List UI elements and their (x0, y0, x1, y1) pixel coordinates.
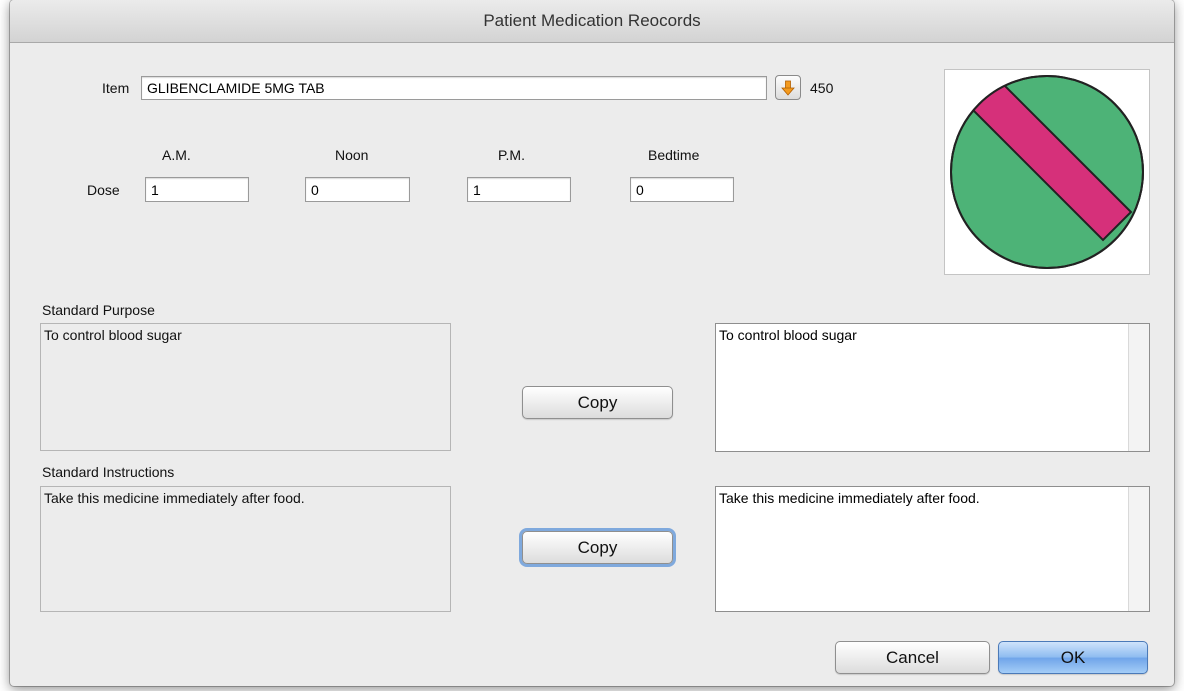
ok-button[interactable]: OK (998, 641, 1148, 674)
cancel-label: Cancel (886, 647, 939, 667)
pill-icon (950, 75, 1144, 269)
copy-instructions-label: Copy (577, 537, 618, 557)
pill-image-frame (944, 69, 1150, 275)
dose-noon-field[interactable] (305, 177, 410, 202)
purpose-edit-value: To control blood sugar (719, 327, 857, 343)
cancel-button[interactable]: Cancel (835, 641, 990, 674)
dose-label: Dose (87, 182, 120, 198)
dose-header-am: A.M. (162, 147, 191, 163)
instructions-edit-field[interactable]: Take this medicine immediately after foo… (715, 486, 1150, 612)
instructions-edit-value: Take this medicine immediately after foo… (719, 490, 980, 506)
dose-header-noon: Noon (335, 147, 369, 163)
standard-instructions-value: Take this medicine immediately after foo… (44, 490, 305, 506)
standard-instructions-text: Take this medicine immediately after foo… (40, 486, 451, 612)
dose-pm-field[interactable] (467, 177, 571, 202)
dose-header-bedtime: Bedtime (648, 147, 700, 163)
instructions-scrollbar[interactable] (1128, 487, 1149, 611)
ok-label: OK (1060, 647, 1086, 667)
purpose-scrollbar[interactable] (1128, 324, 1149, 451)
item-field[interactable] (141, 76, 767, 100)
copy-instructions-button[interactable]: Copy (522, 531, 673, 564)
dose-am-field[interactable] (145, 177, 249, 202)
standard-purpose-label: Standard Purpose (42, 302, 155, 318)
item-lookup-button[interactable] (775, 75, 801, 100)
copy-purpose-label: Copy (577, 392, 618, 412)
title-bar[interactable]: Patient Medication Reocords (10, 0, 1174, 43)
standard-purpose-text: To control blood sugar (40, 323, 451, 451)
dose-bedtime-field[interactable] (630, 177, 734, 202)
copy-purpose-button[interactable]: Copy (522, 386, 673, 419)
standard-purpose-value: To control blood sugar (44, 327, 182, 343)
window-title: Patient Medication Reocords (483, 11, 701, 30)
arrow-down-icon (781, 80, 795, 96)
item-label: Item (102, 80, 130, 96)
medication-dialog: Patient Medication Reocords Item 450 A.M… (10, 0, 1174, 686)
standard-instructions-label: Standard Instructions (42, 464, 175, 480)
purpose-edit-field[interactable]: To control blood sugar (715, 323, 1150, 452)
dose-header-pm: P.M. (498, 147, 525, 163)
item-count: 450 (810, 80, 834, 96)
